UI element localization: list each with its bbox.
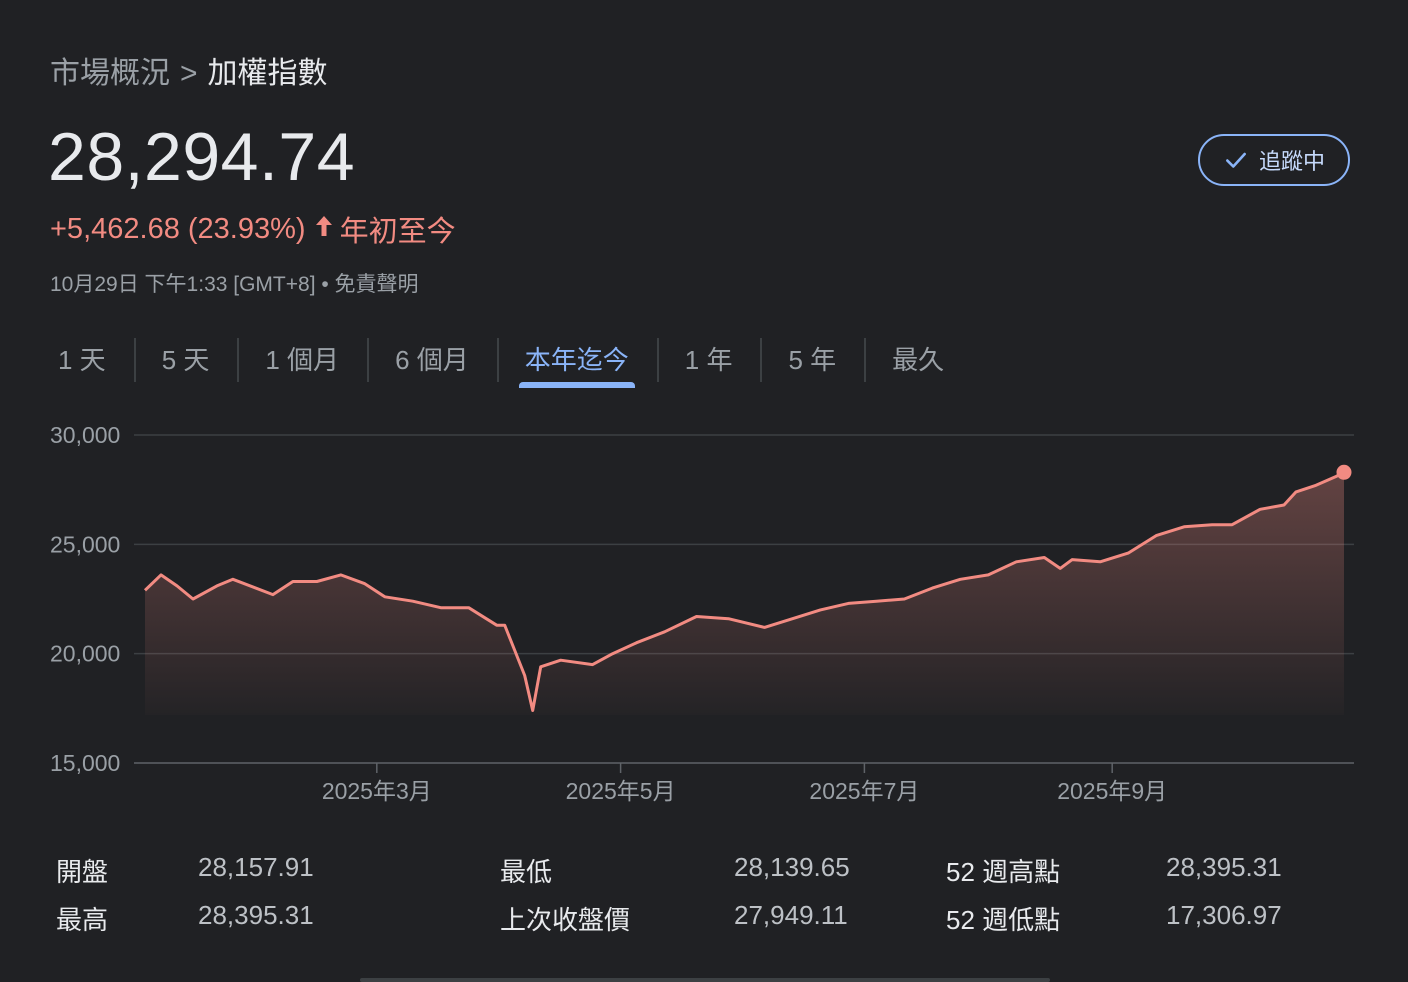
stat-open-value: 28,157.91 [198, 852, 314, 882]
tab-1-year[interactable]: 1 年 [656, 330, 761, 386]
bottom-divider [360, 978, 1050, 982]
breadcrumb-parent-link[interactable]: 市場概況 [50, 57, 170, 90]
stat-52w-low-label: 52 週低點 [946, 905, 1061, 935]
stat-high-value: 28,395.31 [198, 900, 314, 930]
breadcrumb-current: 加權指數 [207, 57, 328, 90]
stat-prev-close-label: 上次收盤價 [500, 905, 631, 935]
tab-label: 最久 [892, 345, 945, 375]
stat-52w-high-value: 28,395.31 [1166, 852, 1282, 882]
x-tick-label: 2025年3月 [322, 778, 432, 804]
stat-prev-close-value: 27,949.11 [734, 900, 848, 930]
stat-low-label: 最低 [500, 857, 553, 887]
tab-5-day[interactable]: 5 天 [133, 330, 238, 386]
check-icon [1226, 152, 1246, 168]
tab-label: 1 天 [58, 345, 106, 375]
breadcrumb-separator: > [180, 57, 198, 90]
tab-5-year[interactable]: 5 年 [760, 330, 864, 386]
tab-6-month[interactable]: 6 個月 [367, 330, 497, 386]
current-price: 28,294.74 [48, 119, 356, 195]
y-tick-label: 25,000 [50, 531, 120, 557]
last-price-dot [1336, 464, 1352, 480]
tab-label: 本年迄今 [524, 345, 629, 375]
y-tick-label: 30,000 [50, 422, 120, 448]
x-tick-label: 2025年5月 [566, 778, 676, 804]
stat-high-label: 最高 [56, 905, 109, 935]
tab-1-month[interactable]: 1 個月 [237, 330, 367, 386]
stat-52w-high-label: 52 週高點 [946, 857, 1061, 887]
follow-button-label: 追蹤中 [1258, 149, 1325, 174]
x-tick-label: 2025年7月 [809, 778, 919, 804]
arrow-up-icon [314, 213, 334, 246]
price-area-fill [145, 472, 1344, 715]
tab-1-day[interactable]: 1 天 [30, 330, 134, 386]
stat-low-value: 28,139.65 [734, 852, 850, 882]
tab-label: 6 個月 [395, 345, 469, 375]
tab-label: 5 天 [161, 345, 210, 375]
tab-ytd[interactable]: 本年迄今 [496, 330, 657, 388]
tab-label: 1 個月 [265, 345, 340, 375]
stat-52w-low-value: 17,306.97 [1166, 900, 1282, 930]
y-tick-label: 15,000 [50, 750, 120, 776]
price-change-period: 年初至今 [339, 216, 456, 248]
y-tick-label: 20,000 [50, 641, 120, 667]
tab-label: 1 年 [684, 345, 733, 375]
tab-label: 5 年 [788, 345, 837, 375]
stat-open-label: 開盤 [56, 857, 109, 887]
timestamp: 10月29日 下午1:33 [GMT+8] • 免責聲明 [50, 273, 419, 296]
price-chart[interactable]: 30,000 25,000 20,000 15,000 2025年3月 2025年5月 20… [0, 410, 1408, 810]
price-change: +5,462.68 (23.93%) 年初至今 [50, 208, 456, 250]
follow-button[interactable]: 追蹤中 [1198, 134, 1350, 186]
breadcrumb: 市場概況 > 加權指數 [50, 48, 328, 92]
price-change-value: +5,462.68 (23.93%) [50, 212, 306, 245]
time-range-tabs: 1 天 5 天 1 個月 6 個月 本年迄今 1 年 5 年 最久 [30, 330, 972, 390]
x-tick-label: 2025年9月 [1057, 778, 1167, 804]
tab-max[interactable]: 最久 [864, 330, 972, 386]
